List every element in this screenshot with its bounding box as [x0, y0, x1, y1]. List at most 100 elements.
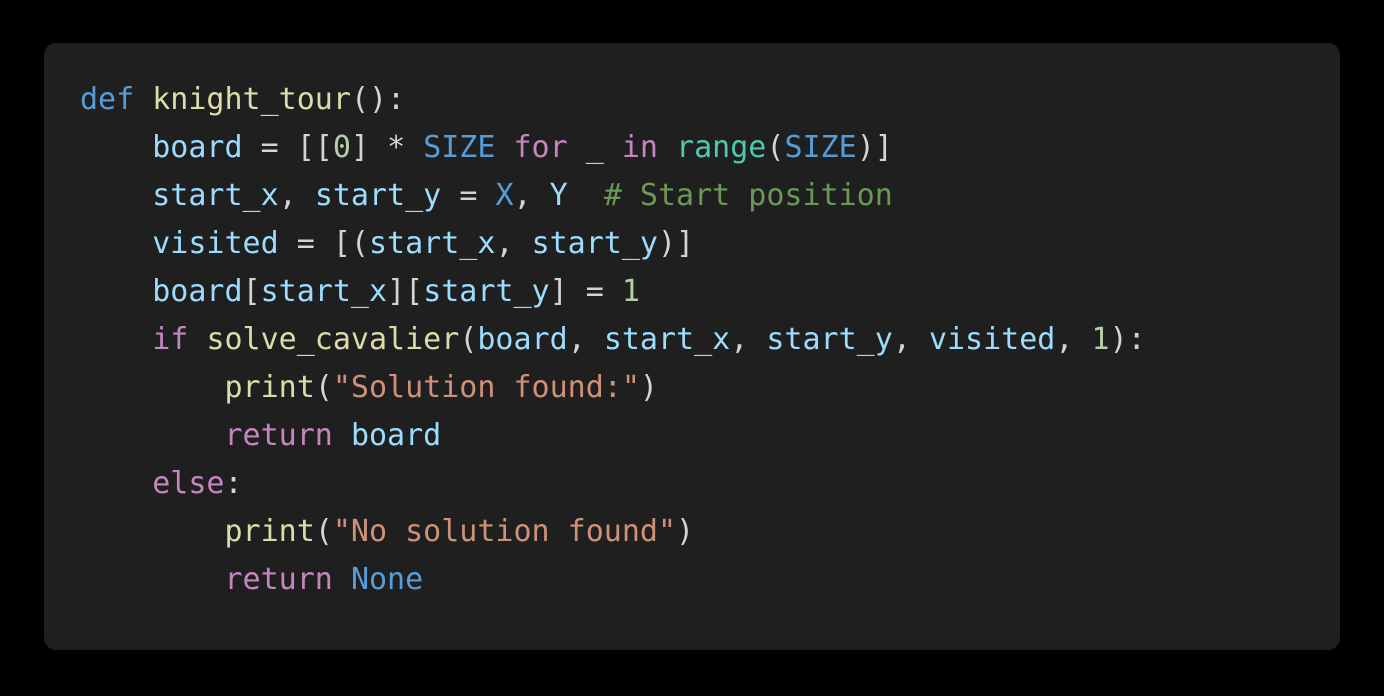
- code-token-keyword: if: [152, 322, 189, 357]
- code-token-punct: *: [387, 130, 406, 165]
- code-token-punct: :: [224, 466, 243, 501]
- code-token-punct: =: [296, 226, 315, 261]
- code-token-function: knight_tour: [152, 82, 351, 117]
- code-token-number: 0: [332, 130, 351, 165]
- code-card: def knight_tour(): board = [[0] * SIZE f…: [44, 43, 1340, 650]
- code-token-punct: ,: [892, 322, 911, 357]
- code-line: else:: [80, 460, 1310, 508]
- code-token-punct: ): [676, 514, 695, 549]
- code-token-keyword: else: [152, 466, 225, 501]
- code-token-variable: start_x: [152, 178, 279, 213]
- code-token-keyword: in: [621, 130, 658, 165]
- code-token-punct: (: [459, 322, 478, 357]
- code-token-variable: visited: [928, 322, 1056, 357]
- code-line: if solve_cavalier(board, start_x, start_…: [80, 316, 1310, 364]
- code-token-punct: ]: [350, 130, 369, 165]
- code-token-variable: board: [152, 274, 243, 309]
- code-token-variable: board: [477, 322, 568, 357]
- code-token-function: print: [224, 370, 315, 405]
- code-token-punct: (: [314, 514, 333, 549]
- code-line: def knight_tour():: [80, 76, 1310, 124]
- code-line: board = [[0] * SIZE for _ in range(SIZE)…: [80, 124, 1310, 172]
- code-token-punct: ,: [513, 178, 532, 213]
- code-token-comment: # Start position: [603, 178, 893, 213]
- code-token-number: 1: [621, 274, 640, 309]
- code-token-variable: start_y: [314, 178, 442, 213]
- code-token-keyword: for: [513, 130, 568, 165]
- code-token-punct: ,: [1055, 322, 1074, 357]
- page-root: def knight_tour(): board = [[0] * SIZE f…: [0, 0, 1384, 696]
- code-token-punct: )]: [658, 226, 695, 261]
- code-token-punct: ):: [1109, 322, 1146, 357]
- code-token-punct: ][: [387, 274, 424, 309]
- code-token-variable: start_y: [766, 322, 893, 357]
- code-token-keyword: return: [224, 562, 333, 597]
- code-line: print("No solution found"): [80, 508, 1310, 556]
- code-token-punct: (: [766, 130, 785, 165]
- code-token-punct: =: [260, 130, 279, 165]
- code-token-punct: =: [585, 274, 604, 309]
- code-token-number: 1: [1091, 322, 1110, 357]
- code-token-constant: SIZE: [423, 130, 496, 165]
- code-line: return None: [80, 556, 1310, 604]
- code-block[interactable]: def knight_tour(): board = [[0] * SIZE f…: [44, 43, 1340, 634]
- code-token-punct: )]: [856, 130, 893, 165]
- code-token-variable: start_y: [531, 226, 658, 261]
- code-token-variable: Y: [549, 178, 568, 213]
- code-token-punct: ,: [495, 226, 514, 261]
- code-token-punct: ():: [350, 82, 406, 117]
- code-line: start_x, start_y = X, Y # Start position: [80, 172, 1310, 220]
- code-token-keyword: return: [224, 418, 333, 453]
- code-token-variable: start_x: [260, 274, 388, 309]
- code-token-string: "No solution found": [332, 514, 677, 549]
- code-line: board[start_x][start_y] = 1: [80, 268, 1310, 316]
- code-token-variable: start_y: [423, 274, 550, 309]
- code-token-punct: =: [459, 178, 478, 213]
- code-token-variable: _: [585, 130, 604, 165]
- code-token-declare: def: [80, 82, 135, 117]
- code-token-punct: [: [242, 274, 261, 309]
- code-token-function: solve_cavalier: [206, 322, 460, 357]
- code-token-punct: ,: [567, 322, 586, 357]
- code-token-variable: start_x: [369, 226, 496, 261]
- code-token-punct: ]: [549, 274, 568, 309]
- code-token-variable: board: [152, 130, 243, 165]
- code-line: visited = [(start_x, start_y)]: [80, 220, 1310, 268]
- code-token-punct: ,: [730, 322, 749, 357]
- code-token-builtin: range: [676, 130, 767, 165]
- code-token-punct: ): [639, 370, 658, 405]
- code-token-variable: visited: [152, 226, 279, 261]
- code-line: print("Solution found:"): [80, 364, 1310, 412]
- code-token-constant: None: [350, 562, 424, 597]
- code-token-punct: [[: [296, 130, 333, 165]
